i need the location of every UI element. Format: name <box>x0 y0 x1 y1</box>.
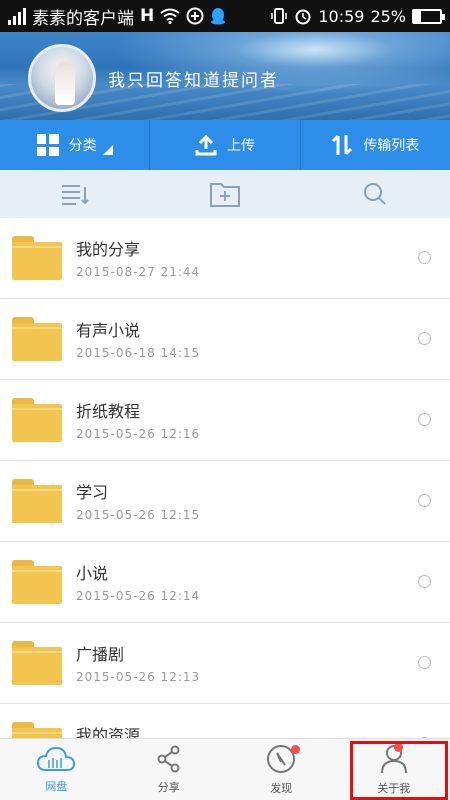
item-name: 广播剧 <box>76 645 125 664</box>
profile-header: 我只回答知道提问者 <box>0 32 450 120</box>
list-item[interactable]: 我的资源 <box>0 704 450 738</box>
item-name: 学习 <box>76 483 109 502</box>
transfer-list-button[interactable]: 传输列表 <box>301 120 450 170</box>
tab-netdisk-label: 网盘 <box>45 779 68 793</box>
list-item[interactable]: 学习 2015-05-26 12:15 <box>0 461 450 542</box>
select-radio[interactable] <box>418 332 431 345</box>
item-date: 2015-08-27 21:44 <box>76 265 201 279</box>
item-date: 2015-05-26 12:13 <box>76 670 201 684</box>
signal-icon <box>8 7 26 25</box>
item-name: 我的资源 <box>76 726 141 738</box>
notification-dot <box>393 743 403 752</box>
item-name: 小说 <box>76 564 109 583</box>
sub-toolbar <box>0 170 450 218</box>
transfer-icon <box>332 134 353 156</box>
select-radio[interactable] <box>418 413 431 426</box>
item-date: 2015-05-26 12:16 <box>76 427 201 441</box>
tab-share-label: 分享 <box>157 780 180 794</box>
transfer-label: 传输列表 <box>363 138 420 154</box>
upload-label: 上传 <box>226 138 255 154</box>
share-icon <box>157 745 180 772</box>
item-name: 我的分享 <box>76 240 141 259</box>
cloud-icon <box>37 746 76 771</box>
network-type: H <box>140 6 155 26</box>
category-button[interactable]: 分类 <box>0 120 151 170</box>
category-label: 分类 <box>68 138 97 154</box>
upload-icon <box>195 134 217 156</box>
file-list: 我的分享 2015-08-27 21:44 有声小说 2015-06-18 14… <box>0 218 450 738</box>
item-name: 折纸教程 <box>76 402 141 421</box>
qq-icon <box>211 8 226 25</box>
select-radio[interactable] <box>418 251 431 264</box>
notification-dot <box>291 745 300 754</box>
select-radio[interactable] <box>418 494 431 507</box>
folder-icon <box>12 560 62 604</box>
tab-share[interactable]: 分享 <box>113 739 226 800</box>
item-date: 2015-06-18 14:15 <box>76 346 201 360</box>
item-date: 2015-05-26 12:14 <box>76 589 201 603</box>
dropdown-caret-icon <box>102 145 113 155</box>
tab-discover-label: 发现 <box>270 781 293 795</box>
sort-list-icon[interactable] <box>60 183 90 205</box>
vibrate-icon <box>271 8 288 24</box>
search-icon[interactable] <box>363 182 387 206</box>
list-item[interactable]: 折纸教程 2015-05-26 12:16 <box>0 380 450 461</box>
tab-about-me[interactable]: 关于我 <box>338 739 450 800</box>
add-circle-icon <box>186 7 204 25</box>
select-radio[interactable] <box>418 656 431 669</box>
add-folder-icon[interactable] <box>210 181 240 207</box>
battery-icon <box>412 8 445 24</box>
upload-button[interactable]: 上传 <box>150 120 301 170</box>
battery-percent: 25% <box>370 6 406 26</box>
carrier-text: 素素的客户端 <box>32 8 134 29</box>
folder-icon <box>12 236 62 280</box>
username: 我只回答知道提问者 <box>108 71 279 91</box>
tab-discover[interactable]: 发现 <box>225 739 338 800</box>
select-radio[interactable] <box>418 575 431 588</box>
tab-about-me-label: 关于我 <box>377 781 411 795</box>
item-name: 有声小说 <box>76 321 141 340</box>
wifi-icon <box>160 8 180 24</box>
list-item[interactable]: 广播剧 2015-05-26 12:13 <box>0 623 450 704</box>
list-item[interactable]: 我的分享 2015-08-27 21:44 <box>0 218 450 299</box>
folder-icon <box>12 479 62 523</box>
alarm-icon <box>295 9 311 25</box>
item-date: 2015-05-26 12:15 <box>76 508 201 522</box>
list-item[interactable]: 小说 2015-05-26 12:14 <box>0 542 450 623</box>
clock: 10:59 <box>318 6 365 26</box>
tab-netdisk[interactable]: 网盘 <box>0 739 113 800</box>
folder-icon <box>12 641 62 685</box>
status-bar: 素素的客户端 H 10:59 25% <box>0 0 450 32</box>
grid-icon <box>36 134 59 156</box>
avatar[interactable] <box>28 44 96 112</box>
action-toolbar: 分类 上传 传输列表 <box>0 120 450 170</box>
bottom-tab-bar: 网盘 分享 发现 关于我 <box>0 738 450 800</box>
folder-icon <box>12 722 62 738</box>
list-item[interactable]: 有声小说 2015-06-18 14:15 <box>0 299 450 380</box>
folder-icon <box>12 398 62 442</box>
folder-icon <box>12 317 62 361</box>
